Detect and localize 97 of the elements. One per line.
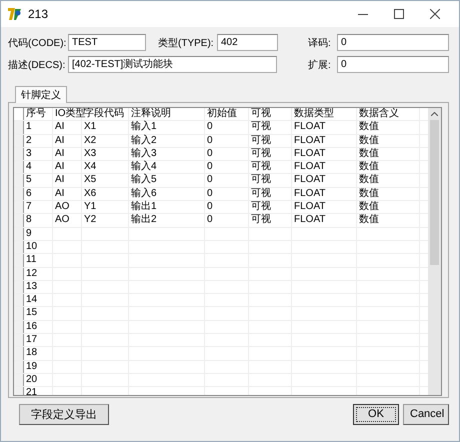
table-cell: 0 (205, 174, 249, 187)
app-logo-icon (7, 7, 23, 21)
table-cell: 可视 (249, 214, 292, 227)
table-cell: 1 (24, 121, 53, 134)
table-cell: 可视 (249, 121, 292, 134)
description-field[interactable]: [402-TEST]测试功能块 (68, 56, 277, 73)
table-cell: AI (53, 134, 82, 147)
table-cell: Y1 (82, 201, 129, 214)
table-cell: 0 (205, 201, 249, 214)
table-cell: 19 (24, 360, 53, 373)
table-cell: X6 (82, 188, 129, 200)
code-field[interactable]: TEST (68, 34, 146, 51)
table-cell: FLOAT (292, 188, 357, 200)
table-cell: FLOAT (292, 201, 357, 214)
dialog-button[interactable]: Cancel (403, 404, 449, 424)
table-cell: 0 (205, 214, 249, 227)
table-cell: 17 (24, 334, 53, 346)
table-cell: 数值 (357, 201, 420, 214)
table-cell: FLOAT (292, 121, 357, 134)
table-cell: 11 (24, 254, 53, 267)
type-field[interactable]: 402 (217, 34, 278, 51)
table-cell: X1 (82, 121, 129, 134)
extension-field[interactable]: 0 (337, 56, 449, 73)
table-cell: 可视 (249, 188, 292, 200)
decode-label: 译码: (308, 36, 332, 50)
table-cell: 输出2 (129, 214, 205, 227)
table-cell: 输入6 (129, 188, 205, 200)
table-cell: 数值 (357, 121, 420, 134)
table-cell: FLOAT (292, 174, 357, 187)
table-cell: 数值 (357, 161, 420, 174)
code-label: 代码(CODE): (8, 36, 68, 50)
table-cell: 3 (24, 148, 53, 160)
tab[interactable]: 针脚定义 (15, 86, 67, 103)
table-cell: 15 (24, 307, 53, 320)
table-cell: 输入1 (129, 121, 205, 134)
table-cell: AO (53, 201, 82, 214)
table-cell: 12 (24, 268, 53, 280)
table-cell: 数值 (357, 214, 420, 227)
table-cell: AI (53, 161, 82, 174)
table-cell: AI (53, 188, 82, 200)
table-cell: 数值 (357, 134, 420, 147)
table-cell: 输入4 (129, 161, 205, 174)
column-header[interactable]: 数据类型 (292, 108, 357, 120)
table-cell: X2 (82, 134, 129, 147)
description-label: 描述(DECS): (8, 58, 66, 72)
table-cell: Y2 (82, 214, 129, 227)
table-cell: 16 (24, 320, 53, 334)
table-cell: 数值 (357, 148, 420, 160)
table-cell: X4 (82, 161, 129, 174)
table-cell: 数值 (357, 188, 420, 200)
dialog-button[interactable]: OK (353, 404, 399, 424)
export-button[interactable]: 字段定义导出 (19, 404, 109, 424)
table-cell: AO (53, 214, 82, 227)
table-cell: 0 (205, 188, 249, 200)
scrollbar-thumb[interactable] (430, 120, 439, 265)
table-cell: 可视 (249, 161, 292, 174)
table-cell: 9 (24, 228, 53, 240)
table-cell: 0 (205, 134, 249, 147)
table-cell: FLOAT (292, 214, 357, 227)
table-cell: 2 (24, 134, 53, 147)
table-cell: 输出1 (129, 201, 205, 214)
table-cell: 6 (24, 188, 53, 200)
table-cell: FLOAT (292, 134, 357, 147)
table-cell: 可视 (249, 134, 292, 147)
table-cell: 21 (24, 387, 53, 395)
extension-label: 扩展: (308, 58, 332, 72)
window-title: 213 (28, 7, 50, 21)
table-cell: 10 (24, 240, 53, 254)
table-cell: 0 (205, 148, 249, 160)
table-cell: 可视 (249, 148, 292, 160)
table-cell: 14 (24, 294, 53, 306)
table-cell: 数值 (357, 174, 420, 187)
table-cell: X5 (82, 174, 129, 187)
table-cell: 5 (24, 174, 53, 187)
decode-field[interactable]: 0 (337, 34, 449, 51)
table-cell: 输入2 (129, 134, 205, 147)
table-cell: 0 (205, 121, 249, 134)
table-cell: AI (53, 174, 82, 187)
table-cell: 7 (24, 201, 53, 214)
table-cell: AI (53, 148, 82, 160)
table-cell: 可视 (249, 201, 292, 214)
scroll-up-icon[interactable] (431, 112, 438, 116)
table-cell: 8 (24, 214, 53, 227)
table-cell: 4 (24, 161, 53, 174)
type-label: 类型(TYPE): (158, 36, 215, 50)
table-cell: X3 (82, 148, 129, 160)
table-cell: 0 (205, 161, 249, 174)
table-cell: 输入5 (129, 174, 205, 187)
table-cell: 20 (24, 374, 53, 386)
table-cell: AI (53, 121, 82, 134)
table-cell: FLOAT (292, 148, 357, 160)
table-cell: 18 (24, 347, 53, 360)
table-cell: 输入3 (129, 148, 205, 160)
table-cell: 可视 (249, 174, 292, 187)
table-cell: FLOAT (292, 161, 357, 174)
table-cell: 13 (24, 280, 53, 294)
column-header[interactable]: 可视 (249, 108, 292, 120)
